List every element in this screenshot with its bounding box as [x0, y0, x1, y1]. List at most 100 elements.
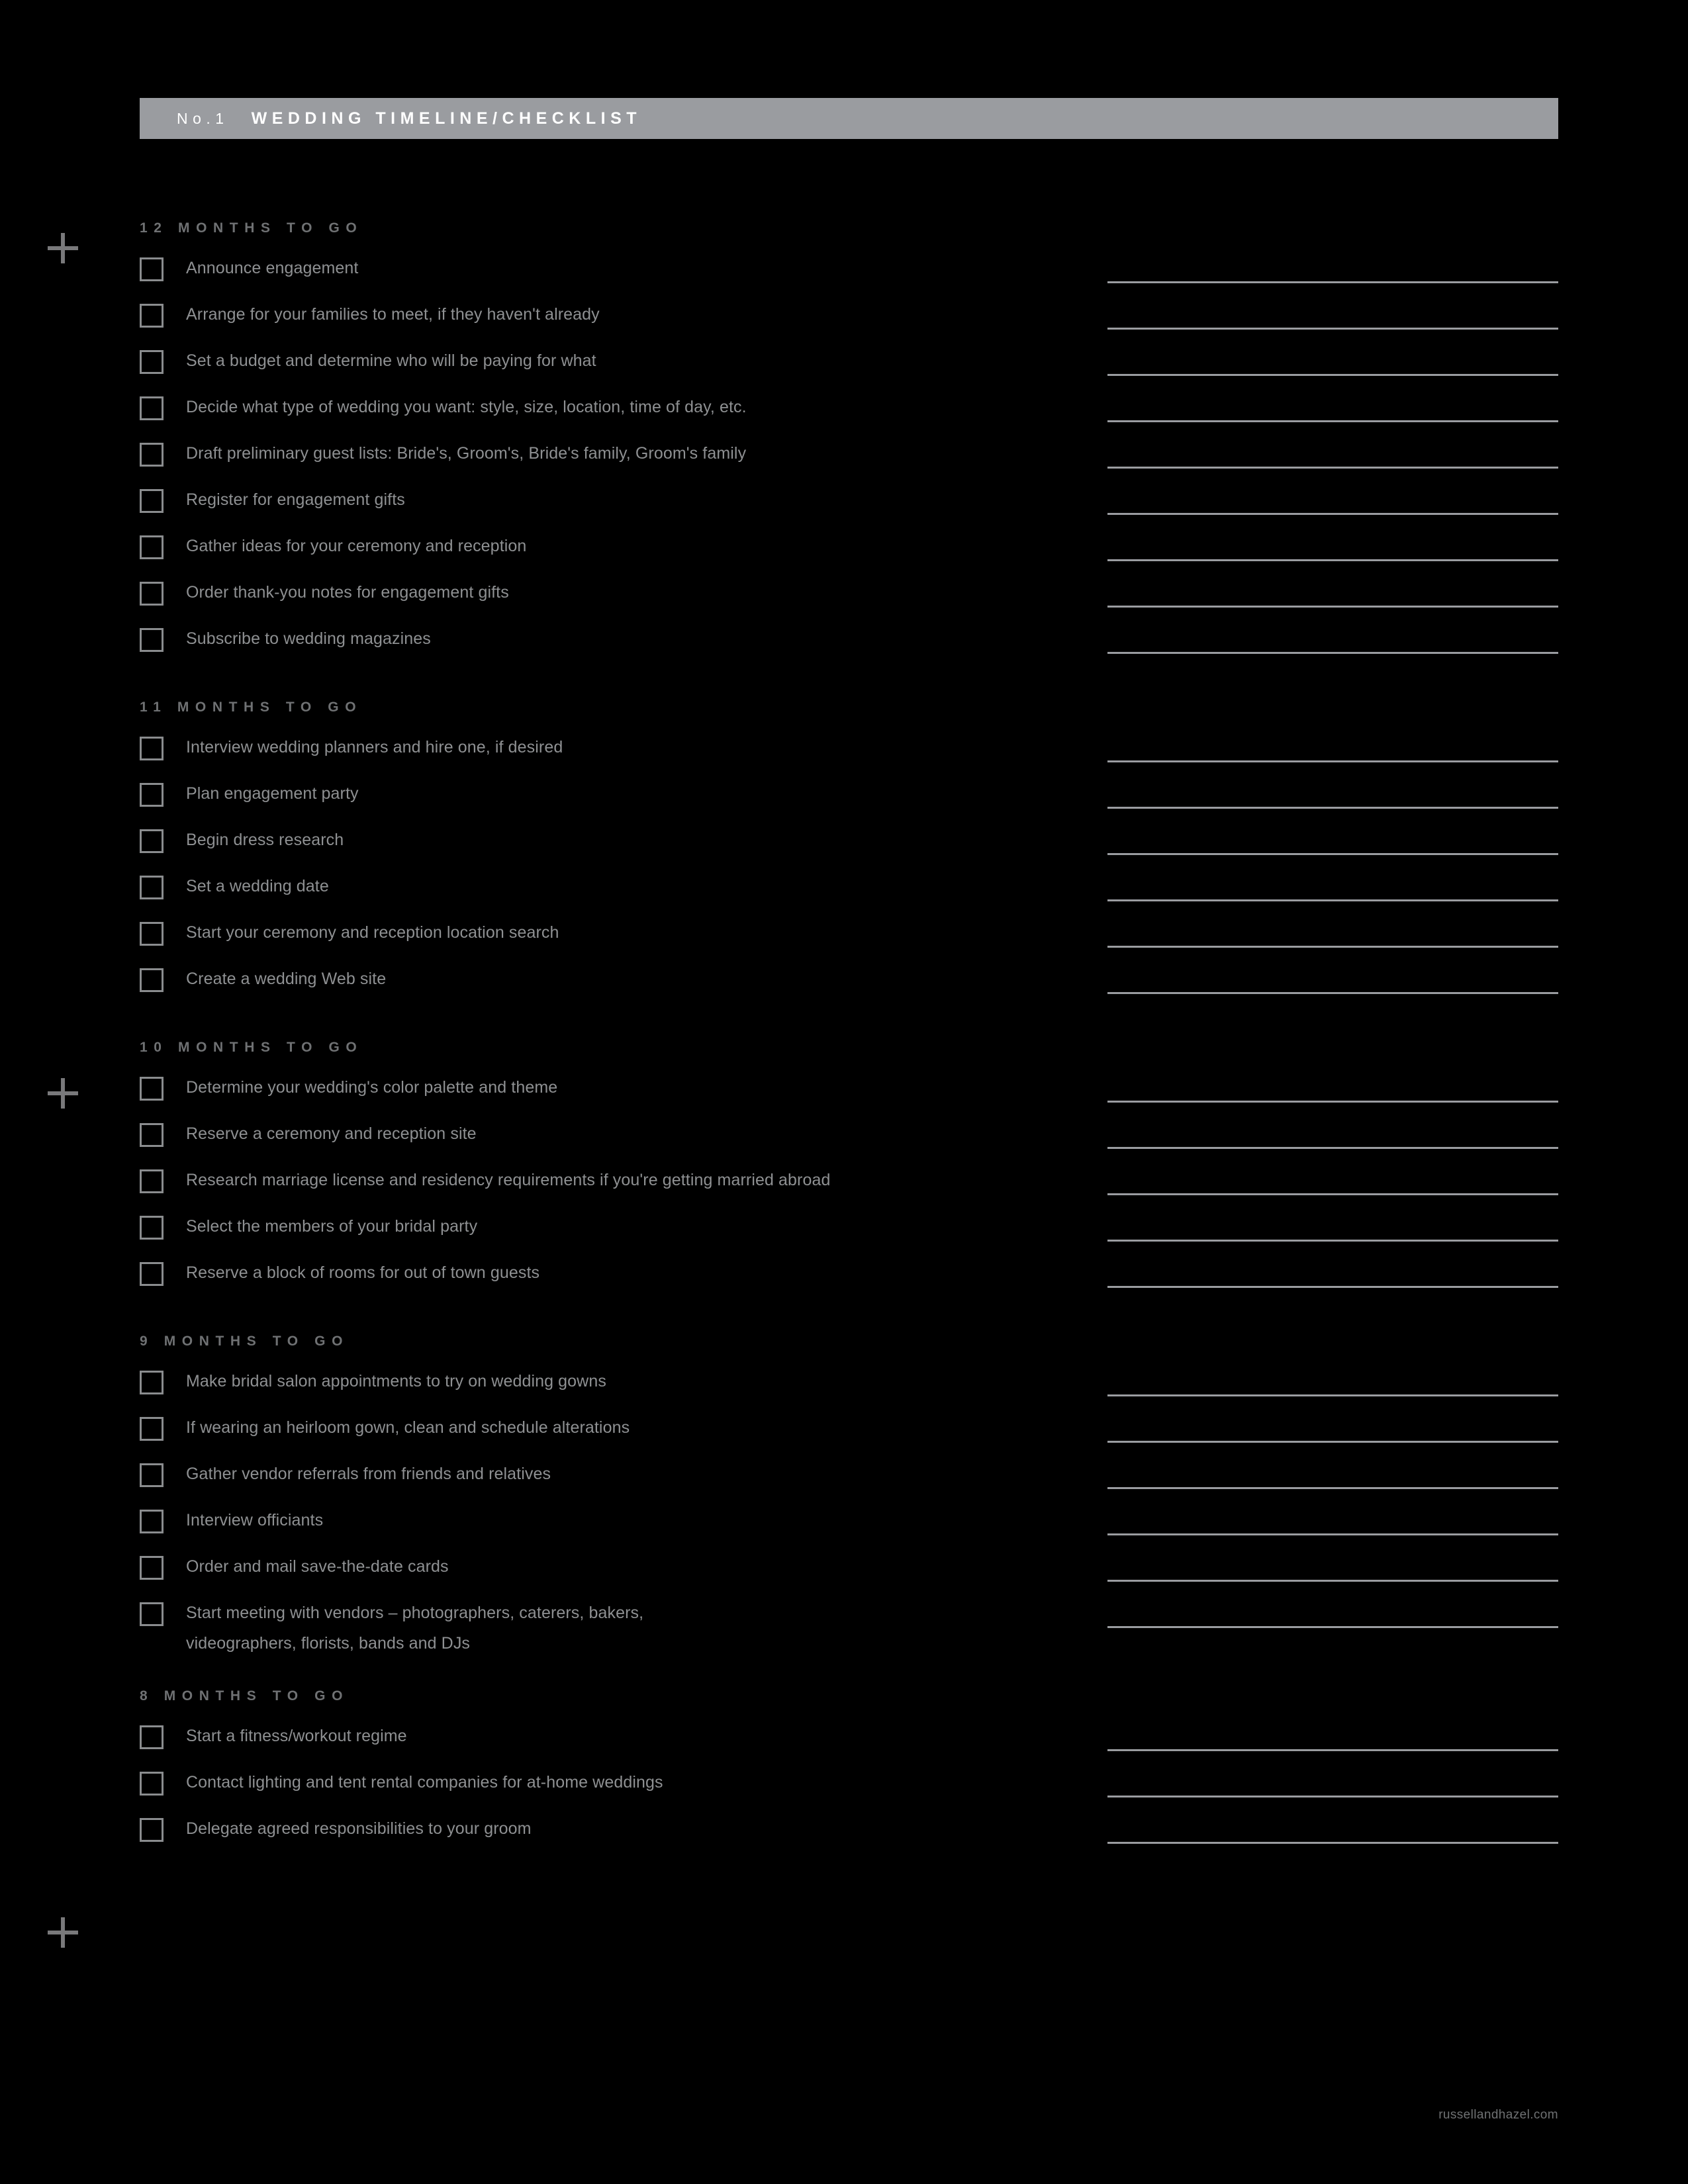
checkbox-icon[interactable]: [140, 922, 164, 946]
checklist-item[interactable]: Set a wedding date: [140, 868, 1558, 915]
note-rule-line[interactable]: [1107, 1580, 1558, 1582]
note-rule-line[interactable]: [1107, 328, 1558, 330]
checkbox-icon[interactable]: [140, 1510, 164, 1533]
crop-mark-bottom: [48, 1917, 78, 1948]
checkbox-icon[interactable]: [140, 1371, 164, 1394]
checkbox-icon[interactable]: [140, 1169, 164, 1193]
checklist-item[interactable]: Gather ideas for your ceremony and recep…: [140, 528, 1558, 574]
note-rule-line[interactable]: [1107, 946, 1558, 948]
note-rule-line[interactable]: [1107, 899, 1558, 901]
checkbox-icon[interactable]: [140, 489, 164, 513]
checklist-item[interactable]: Draft preliminary guest lists: Bride's, …: [140, 435, 1558, 482]
checklist-section: 9 MONTHS TO GO Make bridal salon appointm…: [140, 1333, 1558, 1656]
checklist-item[interactable]: Start a fitness/workout regime: [140, 1718, 1558, 1764]
checklist-item[interactable]: Start your ceremony and reception locati…: [140, 915, 1558, 961]
note-rule-line[interactable]: [1107, 1101, 1558, 1103]
checkbox-icon[interactable]: [140, 829, 164, 853]
note-rule-line[interactable]: [1107, 1394, 1558, 1396]
checkbox-icon[interactable]: [140, 396, 164, 420]
checkbox-icon[interactable]: [140, 257, 164, 281]
checklist-item[interactable]: Subscribe to wedding magazines: [140, 621, 1558, 667]
note-rule-line[interactable]: [1107, 1487, 1558, 1489]
checklist-item[interactable]: Start meeting with vendors – photographe…: [140, 1595, 1558, 1656]
checklist-item-label: Announce engagement: [186, 259, 359, 277]
checkbox-icon[interactable]: [140, 350, 164, 374]
checkbox-icon[interactable]: [140, 304, 164, 328]
note-rule-line[interactable]: [1107, 606, 1558, 608]
checkbox-icon[interactable]: [140, 628, 164, 652]
checklist-item[interactable]: Create a wedding Web site: [140, 961, 1558, 1007]
checkbox-icon[interactable]: [140, 1772, 164, 1796]
checklist-item[interactable]: Order and mail save-the-date cards: [140, 1549, 1558, 1595]
note-rule-line[interactable]: [1107, 853, 1558, 855]
checkbox-icon[interactable]: [140, 1123, 164, 1147]
checkbox-icon[interactable]: [140, 737, 164, 760]
note-rule-line[interactable]: [1107, 467, 1558, 469]
checklist-item[interactable]: Select the members of your bridal party: [140, 1208, 1558, 1255]
checklist-item[interactable]: Determine your wedding's color palette a…: [140, 1069, 1558, 1116]
note-rule-line[interactable]: [1107, 1626, 1558, 1628]
checklist-item[interactable]: Delegate agreed responsibilities to your…: [140, 1811, 1558, 1857]
note-rule-line[interactable]: [1107, 420, 1558, 422]
note-rule-line[interactable]: [1107, 760, 1558, 762]
checklist-items: Make bridal salon appointments to try on…: [140, 1363, 1558, 1656]
checklist-item-label: Contact lighting and tent rental compani…: [186, 1773, 663, 1792]
checkbox-icon[interactable]: [140, 443, 164, 467]
checklist-item[interactable]: Order thank-you notes for engagement gif…: [140, 574, 1558, 621]
checklist-item[interactable]: Register for engagement gifts: [140, 482, 1558, 528]
checklist-item[interactable]: Reserve a ceremony and reception site: [140, 1116, 1558, 1162]
checklist-item[interactable]: Arrange for your families to meet, if th…: [140, 296, 1558, 343]
note-rule-line[interactable]: [1107, 1749, 1558, 1751]
note-rule-line[interactable]: [1107, 559, 1558, 561]
note-rule-line[interactable]: [1107, 1193, 1558, 1195]
crop-mark-top: [48, 233, 78, 263]
checkbox-icon[interactable]: [140, 1262, 164, 1286]
checklist-item-label: Gather ideas for your ceremony and recep…: [186, 537, 527, 555]
checklist-item[interactable]: Contact lighting and tent rental compani…: [140, 1764, 1558, 1811]
checkbox-icon[interactable]: [140, 876, 164, 899]
note-rule-line[interactable]: [1107, 374, 1558, 376]
checkbox-icon[interactable]: [140, 1463, 164, 1487]
checklist-item-label: Gather vendor referrals from friends and…: [186, 1465, 551, 1483]
checklist-item[interactable]: Research marriage license and residency …: [140, 1162, 1558, 1208]
checklist-item-label: Start meeting with vendors – photographe…: [186, 1604, 644, 1653]
checklist-item-label: Register for engagement gifts: [186, 490, 405, 509]
note-rule-line[interactable]: [1107, 1533, 1558, 1535]
checklist-item[interactable]: Interview officiants: [140, 1502, 1558, 1549]
checklist-item[interactable]: Gather vendor referrals from friends and…: [140, 1456, 1558, 1502]
checklist-item[interactable]: Announce engagement: [140, 250, 1558, 296]
checklist-items: Start a fitness/workout regime Contact li…: [140, 1718, 1558, 1857]
checklist-section: 11 MONTHS TO GO Interview wedding planner…: [140, 699, 1558, 1007]
checkbox-icon[interactable]: [140, 1417, 164, 1441]
checkbox-icon[interactable]: [140, 1077, 164, 1101]
checklist-item[interactable]: Interview wedding planners and hire one,…: [140, 729, 1558, 776]
checkbox-icon[interactable]: [140, 1216, 164, 1240]
checklist-item[interactable]: Begin dress research: [140, 822, 1558, 868]
checkbox-icon[interactable]: [140, 1556, 164, 1580]
note-rule-line[interactable]: [1107, 1240, 1558, 1242]
checklist-item-label: Interview officiants: [186, 1511, 324, 1529]
note-rule-line[interactable]: [1107, 1796, 1558, 1797]
checklist-item[interactable]: Reserve a block of rooms for out of town…: [140, 1255, 1558, 1301]
checkbox-icon[interactable]: [140, 968, 164, 992]
note-rule-line[interactable]: [1107, 652, 1558, 654]
checkbox-icon[interactable]: [140, 1818, 164, 1842]
checklist-item[interactable]: Make bridal salon appointments to try on…: [140, 1363, 1558, 1410]
note-rule-line[interactable]: [1107, 281, 1558, 283]
checklist-item[interactable]: Set a budget and determine who will be p…: [140, 343, 1558, 389]
checkbox-icon[interactable]: [140, 582, 164, 606]
checkbox-icon[interactable]: [140, 1602, 164, 1626]
checklist-item[interactable]: Decide what type of wedding you want: st…: [140, 389, 1558, 435]
note-rule-line[interactable]: [1107, 992, 1558, 994]
note-rule-line[interactable]: [1107, 1147, 1558, 1149]
note-rule-line[interactable]: [1107, 513, 1558, 515]
note-rule-line[interactable]: [1107, 1441, 1558, 1443]
checkbox-icon[interactable]: [140, 783, 164, 807]
checkbox-icon[interactable]: [140, 535, 164, 559]
checklist-item[interactable]: Plan engagement party: [140, 776, 1558, 822]
note-rule-line[interactable]: [1107, 807, 1558, 809]
note-rule-line[interactable]: [1107, 1286, 1558, 1288]
note-rule-line[interactable]: [1107, 1842, 1558, 1844]
checkbox-icon[interactable]: [140, 1725, 164, 1749]
checklist-item[interactable]: If wearing an heirloom gown, clean and s…: [140, 1410, 1558, 1456]
